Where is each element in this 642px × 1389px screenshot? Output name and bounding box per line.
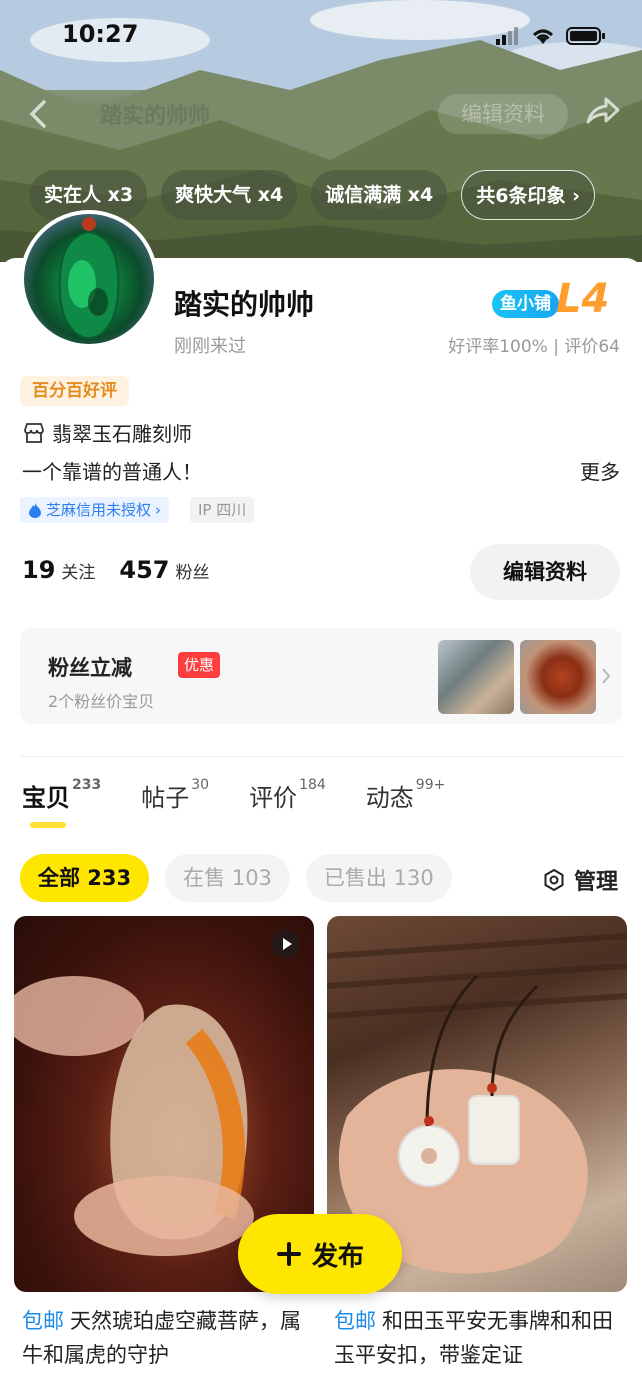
product-title[interactable]: 包邮 天然琥珀虚空藏菩萨，属牛和属虎的守护 — [22, 1304, 312, 1372]
manage-button[interactable]: 管理 — [542, 864, 618, 896]
store-icon — [24, 422, 44, 443]
flame-icon — [29, 503, 41, 518]
free-shipping-tag: 包邮 — [334, 1309, 376, 1333]
following-label[interactable]: 关注 — [61, 558, 95, 583]
publish-label: 发布 — [311, 1241, 364, 1272]
back-icon[interactable] — [22, 94, 58, 134]
followers-label[interactable]: 粉丝 — [176, 558, 210, 583]
bio-text: 一个靠谱的普通人！ — [22, 460, 202, 484]
promo-badge: 优惠 — [178, 652, 221, 678]
shop-badge[interactable]: 鱼小铺 — [492, 290, 559, 318]
last-visit-text: 刚刚来过 — [174, 336, 246, 357]
ip-location: IP 四川 — [190, 497, 255, 523]
publish-button[interactable]: 发布 — [238, 1214, 402, 1294]
tab-activity[interactable]: 动态 99+ — [366, 777, 446, 813]
divider — [20, 756, 622, 757]
active-tab-indicator — [30, 822, 66, 828]
jade-pendant-image — [58, 217, 120, 340]
all-impressions-button[interactable]: 共6条印象 › — [461, 170, 595, 220]
occupation-text: 翡翠玉石雕刻师 — [52, 422, 192, 446]
shop-level[interactable]: L4 — [556, 276, 609, 322]
zhima-credit-badge[interactable]: 芝麻信用未授权 › — [20, 497, 170, 523]
status-time: 10:27 — [62, 20, 139, 48]
content-tabs: 宝贝 233 帖子 30 评价 184 动态 99+ — [22, 777, 446, 813]
followers-count[interactable]: 457 — [119, 556, 169, 584]
chevron-right-icon: › — [155, 501, 162, 519]
product-title[interactable]: 包邮 和田玉平安无事牌和和田玉平安扣，带鉴定证 — [334, 1304, 624, 1372]
tab-items[interactable]: 宝贝 233 — [22, 777, 102, 813]
status-bar: 10:27 — [0, 0, 642, 72]
tab-reviews[interactable]: 评价 184 — [249, 777, 326, 813]
video-play-icon — [272, 930, 300, 958]
top-nav: 踏实的帅帅 编辑资料 — [0, 88, 642, 140]
filter-sold[interactable]: 已售出 130 — [305, 854, 452, 902]
occupation: 翡翠玉石雕刻师 — [22, 418, 192, 447]
free-shipping-tag: 包邮 — [22, 1309, 64, 1333]
chevron-right-icon — [602, 668, 611, 684]
tab-posts[interactable]: 帖子 30 — [141, 777, 210, 813]
tab-count: 30 — [191, 777, 210, 793]
edit-profile-button[interactable]: 编辑资料 — [470, 544, 620, 600]
item-filters: 全部 233 在售 103 已售出 130 — [20, 854, 452, 902]
rating-summary[interactable]: 好评率100% | 评价64 — [448, 332, 620, 357]
follow-stats: 19 关注 457 粉丝 — [22, 556, 228, 584]
promo-subtitle: 2个粉丝价宝贝 — [48, 692, 155, 711]
promo-product-image[interactable] — [438, 640, 514, 714]
impression-tag[interactable]: 诚信满满 x4 — [311, 170, 448, 220]
filter-on-sale[interactable]: 在售 103 — [165, 854, 290, 902]
promo-product-image[interactable] — [520, 640, 596, 714]
fan-discount-card[interactable]: 粉丝立减 优惠 2个粉丝价宝贝 — [20, 628, 622, 724]
tab-count: 184 — [299, 777, 326, 793]
status-icons — [496, 26, 606, 46]
settings-icon — [544, 868, 564, 892]
manage-label: 管理 — [573, 870, 618, 895]
signal-icon — [496, 27, 518, 45]
avatar[interactable] — [20, 210, 158, 348]
share-icon[interactable] — [582, 92, 622, 132]
tab-count: 99+ — [415, 777, 446, 793]
plus-icon — [276, 1242, 301, 1266]
good-review-tag: 百分百好评 — [20, 376, 129, 406]
nav-edit-profile-button[interactable]: 编辑资料 — [438, 94, 568, 134]
tab-count: 233 — [72, 777, 102, 793]
following-count[interactable]: 19 — [22, 556, 55, 584]
nav-title: 踏实的帅帅 — [100, 104, 211, 129]
wifi-icon — [533, 29, 553, 44]
bio-more-link[interactable]: 更多 — [580, 456, 620, 485]
filter-all[interactable]: 全部 233 — [20, 854, 150, 902]
impression-tag[interactable]: 爽快大气 x4 — [161, 170, 298, 220]
impression-tags: 实在人 x3 爽快大气 x4 诚信满满 x4 共6条印象 › — [30, 170, 595, 220]
promo-title: 粉丝立减 — [48, 656, 132, 680]
zhima-credit-text: 芝麻信用未授权 — [46, 501, 152, 519]
profile-name: 踏实的帅帅 — [174, 288, 315, 321]
battery-icon — [566, 27, 605, 45]
